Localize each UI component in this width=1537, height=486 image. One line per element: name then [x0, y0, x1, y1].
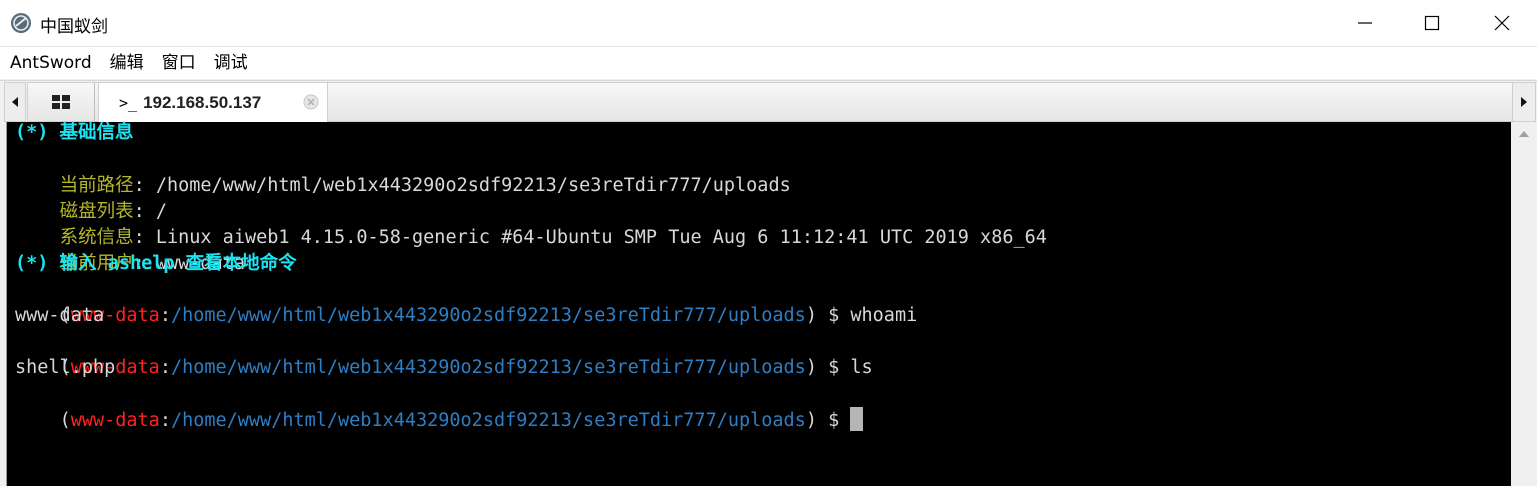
- prompt-path: /home/www/html/web1x443290o2sdf92213/se3…: [170, 305, 806, 326]
- prompt-sep: :: [159, 305, 171, 326]
- command-text: ls: [850, 357, 873, 378]
- antsword-logo-icon: [11, 13, 31, 33]
- title-bar: 中国蚁剑: [0, 0, 1537, 47]
- tab-bar: >_ 192.168.50.137: [0, 80, 1537, 123]
- info-line-user: 当前用户: www-data: [15, 225, 245, 274]
- info-line-path: 当前路径: /home/www/html/web1x443290o2sdf922…: [15, 147, 791, 196]
- command-output: shell.php: [15, 357, 116, 378]
- prompt-close: ) $: [805, 305, 851, 326]
- tab-terminal-active[interactable]: >_ 192.168.50.137: [98, 82, 328, 123]
- tab-scroll-right-button[interactable]: [1512, 82, 1536, 122]
- terminal-output[interactable]: (*) 基础信息 当前路径: /home/www/html/web1x44329…: [6, 122, 1511, 486]
- prompt-path: /home/www/html/web1x443290o2sdf92213/se3…: [170, 357, 806, 378]
- prompt-line: (www-data:/home/www/html/web1x443290o2sd…: [15, 329, 873, 378]
- terminal-prompt-icon: >_: [119, 94, 138, 112]
- prompt-user: www-data: [70, 410, 160, 431]
- prompt-close: ) $: [805, 357, 851, 378]
- prompt-path: /home/www/html/web1x443290o2sdf92213/se3…: [170, 410, 806, 431]
- scroll-up-arrow-icon[interactable]: [1518, 128, 1530, 140]
- info-header: (*) 基础信息: [15, 122, 134, 143]
- tab-strip: >_ 192.168.50.137: [27, 82, 1513, 123]
- menu-edit[interactable]: 编辑: [101, 47, 153, 79]
- prompt-sep: :: [159, 357, 171, 378]
- menu-debug[interactable]: 调试: [205, 47, 257, 79]
- caret-left-icon: [12, 97, 18, 107]
- maximize-button[interactable]: [1397, 0, 1467, 46]
- prompt-close: ) $: [805, 410, 851, 431]
- command-output: www-data: [15, 305, 105, 326]
- info-value: : Linux aiweb1 4.15.0-58-generic #64-Ubu…: [133, 227, 1047, 248]
- grid-icon: [52, 95, 70, 109]
- info-line-disks: 磁盘列表: /: [15, 173, 167, 222]
- vertical-scrollbar[interactable]: [1512, 122, 1537, 486]
- prompt-line: (www-data:/home/www/html/web1x443290o2sd…: [15, 277, 918, 326]
- close-button[interactable]: [1467, 0, 1537, 46]
- current-prompt-line[interactable]: (www-data:/home/www/html/web1x443290o2sd…: [15, 381, 864, 431]
- info-value: : /home/www/html/web1x443290o2sdf92213/s…: [133, 175, 791, 196]
- help-header: (*) 输入 ashelp 查看本地命令: [15, 253, 297, 274]
- command-text: whoami: [850, 305, 918, 326]
- info-line-system: 系统信息: Linux aiweb1 4.15.0-58-generic #64…: [15, 199, 1047, 248]
- tab-label: 192.168.50.137: [143, 93, 262, 112]
- text-cursor: [850, 407, 864, 431]
- tab-grid-button[interactable]: [28, 83, 95, 121]
- prompt-sep: :: [159, 410, 171, 431]
- menu-window[interactable]: 窗口: [153, 47, 205, 79]
- close-icon: [1494, 15, 1510, 31]
- menu-bar: AntSword 编辑 窗口 调试: [0, 47, 1537, 79]
- minimize-button[interactable]: [1330, 0, 1400, 46]
- caret-right-icon: [1521, 97, 1527, 107]
- tab-scroll-left-button[interactable]: [4, 82, 26, 122]
- prompt-open: (: [59, 410, 71, 431]
- minimize-icon: [1358, 22, 1372, 24]
- window-title: 中国蚁剑: [40, 17, 108, 37]
- maximize-icon: [1424, 15, 1440, 31]
- menu-antsword[interactable]: AntSword: [0, 47, 101, 79]
- tab-close-icon[interactable]: [303, 94, 319, 110]
